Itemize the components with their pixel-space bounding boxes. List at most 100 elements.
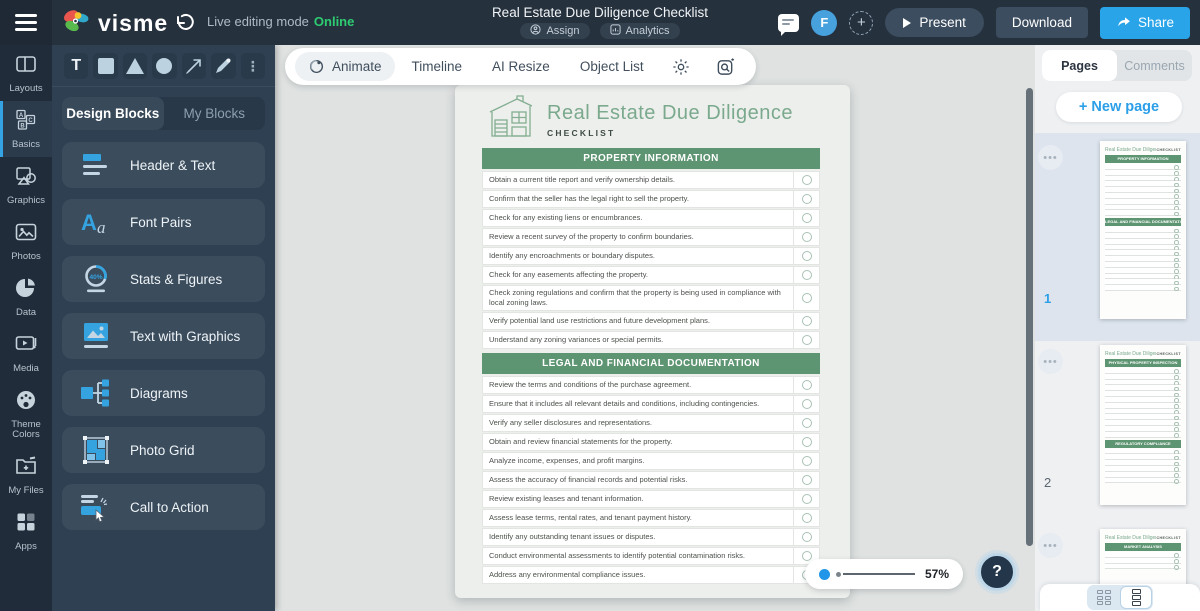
- sidebar-item-theme-colors[interactable]: Theme Colors: [0, 381, 52, 448]
- share-button[interactable]: Share: [1099, 6, 1190, 39]
- toolbar-ai-resize[interactable]: AI Resize: [479, 53, 563, 80]
- grid-view-icon[interactable]: [1089, 587, 1119, 608]
- page-options-icon[interactable]: •••: [1038, 533, 1063, 558]
- tab-my-blocks[interactable]: My Blocks: [164, 97, 266, 130]
- sidebar-item-photos[interactable]: Photos: [0, 213, 52, 269]
- text-tool-button[interactable]: T: [64, 53, 89, 79]
- checklist-row[interactable]: Review the terms and conditions of the p…: [482, 375, 820, 394]
- checklist-row[interactable]: Identify any outstanding tenant issues o…: [482, 527, 820, 546]
- checklist-row[interactable]: Verify potential land use restrictions a…: [482, 311, 820, 330]
- block-font-pairs[interactable]: Aa Font Pairs: [62, 199, 265, 245]
- present-button[interactable]: Present: [885, 8, 984, 37]
- toolbar-timeline[interactable]: Timeline: [399, 53, 476, 80]
- checklist-row[interactable]: Check for any existing liens or encumbra…: [482, 209, 820, 227]
- sidebar-item-my-files[interactable]: My Files: [0, 447, 52, 503]
- undo-icon[interactable]: [172, 11, 196, 35]
- checklist-row[interactable]: Understand any zoning variances or speci…: [482, 330, 820, 349]
- checklist-radio-cell: [793, 376, 819, 393]
- tab-pages[interactable]: Pages: [1042, 50, 1117, 81]
- arrow-tool-button[interactable]: [181, 53, 207, 79]
- block-stats-figures[interactable]: 40% Stats & Figures: [62, 256, 265, 302]
- triangle-tool-button[interactable]: [122, 53, 148, 79]
- sidebar-item-graphics[interactable]: Graphics: [0, 157, 52, 213]
- object-search-button[interactable]: [705, 52, 746, 81]
- column-view-icon[interactable]: [1121, 587, 1151, 608]
- document-page[interactable]: Real Estate Due Diligence CHECKLIST PROP…: [455, 85, 850, 598]
- more-tools-button[interactable]: ⋮: [240, 53, 265, 79]
- document-subtitle[interactable]: CHECKLIST: [547, 128, 793, 138]
- house-icon: [488, 95, 534, 144]
- zoom-slider-track[interactable]: [843, 573, 915, 575]
- checklist-radio-cell: [793, 509, 819, 526]
- checklist-row[interactable]: Identify any encroachments or boundary d…: [482, 247, 820, 265]
- checklist-row[interactable]: Obtain a current title report and verify…: [482, 171, 820, 189]
- checklist-row[interactable]: Check for any easements affecting the pr…: [482, 266, 820, 284]
- checklist-row[interactable]: Check zoning regulations and confirm tha…: [482, 285, 820, 311]
- analytics-button[interactable]: Analytics: [599, 23, 680, 39]
- sidebar-item-apps[interactable]: Apps: [0, 503, 52, 559]
- radio-circle-icon: [801, 550, 812, 561]
- zoom-slider-handle[interactable]: [819, 568, 830, 580]
- new-page-button[interactable]: + New page: [1056, 92, 1182, 122]
- document-header[interactable]: Real Estate Due Diligence CHECKLIST: [488, 95, 793, 144]
- checklist-table: PROPERTY INFORMATION Obtain a current tit…: [482, 148, 820, 585]
- block-diagrams[interactable]: Diagrams: [62, 370, 265, 416]
- circle-tool-button[interactable]: [152, 53, 177, 79]
- checklist-row[interactable]: Ensure that it includes all relevant det…: [482, 394, 820, 413]
- canvas-scrollbar[interactable]: [1026, 88, 1033, 546]
- thumb-subtitle: CHECKLIST: [1156, 536, 1181, 540]
- sidebar-item-data[interactable]: Data: [0, 269, 52, 325]
- sidebar-item-basics[interactable]: A C B Basics: [0, 100, 52, 157]
- checklist-row[interactable]: Verify any seller disclosures and repres…: [482, 413, 820, 432]
- checklist-row[interactable]: Address any environmental compliance iss…: [482, 565, 820, 584]
- add-collaborator-button[interactable]: +: [849, 10, 874, 35]
- toolbar-object-list[interactable]: Object List: [567, 53, 657, 80]
- tab-comments[interactable]: Comments: [1117, 50, 1192, 81]
- section-header[interactable]: PROPERTY INFORMATION: [482, 148, 820, 169]
- checklist-item-text: Address any environmental compliance iss…: [489, 569, 646, 579]
- section-header[interactable]: LEGAL AND FINANCIAL DOCUMENTATION: [482, 352, 820, 374]
- block-text-with-graphics[interactable]: Text with Graphics: [62, 313, 265, 359]
- toolbar-animate[interactable]: Animate: [295, 52, 395, 81]
- help-button[interactable]: ?: [978, 553, 1016, 591]
- checklist-radio-cell: [793, 490, 819, 507]
- checklist-row[interactable]: Assess lease terms, rental rates, and te…: [482, 508, 820, 527]
- sidebar-item-media[interactable]: Media: [0, 325, 52, 381]
- user-avatar[interactable]: F: [811, 9, 838, 36]
- hamburger-menu-icon[interactable]: [0, 0, 52, 45]
- comments-icon[interactable]: [778, 13, 800, 36]
- checklist-row[interactable]: Assess the accuracy of financial records…: [482, 470, 820, 489]
- checklist-row[interactable]: Confirm that the seller has the legal ri…: [482, 190, 820, 208]
- checklist-item-text: Conduct environmental assessments to ide…: [489, 550, 745, 560]
- pen-tool-button[interactable]: [211, 53, 236, 79]
- block-header-text[interactable]: Header & Text: [62, 142, 265, 188]
- checklist-row[interactable]: Review existing leases and tenant inform…: [482, 489, 820, 508]
- visme-logo[interactable]: visme: [62, 7, 168, 40]
- checklist-row[interactable]: Conduct environmental assessments to ide…: [482, 546, 820, 565]
- square-tool-button[interactable]: [93, 53, 118, 79]
- checklist-row[interactable]: Review a recent survey of the property t…: [482, 228, 820, 246]
- settings-gear-button[interactable]: [661, 53, 701, 81]
- project-title[interactable]: Real Estate Due Diligence Checklist: [492, 5, 708, 20]
- toolbar-item-label: AI Resize: [492, 59, 550, 74]
- page-thumbnail-2[interactable]: Real Estate Due DiligenceCHECKLIST PHYSIC…: [1100, 345, 1186, 505]
- radio-circle-icon: [801, 175, 812, 185]
- checklist-row[interactable]: Obtain and review financial statements f…: [482, 432, 820, 451]
- checklist-row[interactable]: Analyze income, expenses, and profit mar…: [482, 451, 820, 470]
- checklist-item-text: Identify any outstanding tenant issues o…: [489, 531, 656, 541]
- page-options-icon[interactable]: •••: [1038, 145, 1063, 170]
- checklist-radio-cell: [793, 452, 819, 469]
- checklist-radio-cell: [793, 210, 819, 226]
- tab-design-blocks[interactable]: Design Blocks: [62, 97, 164, 130]
- assign-button[interactable]: Assign: [520, 23, 590, 39]
- sidebar-item-layouts[interactable]: Layouts: [0, 45, 52, 101]
- page-thumbnail-1[interactable]: Real Estate Due DiligenceCHECKLIST PROPER…: [1100, 141, 1186, 319]
- download-button[interactable]: Download: [995, 7, 1088, 38]
- document-title[interactable]: Real Estate Due Diligence: [547, 102, 793, 125]
- page-options-icon[interactable]: •••: [1038, 349, 1063, 374]
- svg-text:B: B: [20, 123, 25, 129]
- block-call-to-action[interactable]: Call to Action: [62, 484, 265, 530]
- toolbar-item-label: Timeline: [411, 59, 463, 74]
- block-photo-grid[interactable]: Photo Grid: [62, 427, 265, 473]
- live-editing-label: Live editing mode Online: [207, 14, 355, 29]
